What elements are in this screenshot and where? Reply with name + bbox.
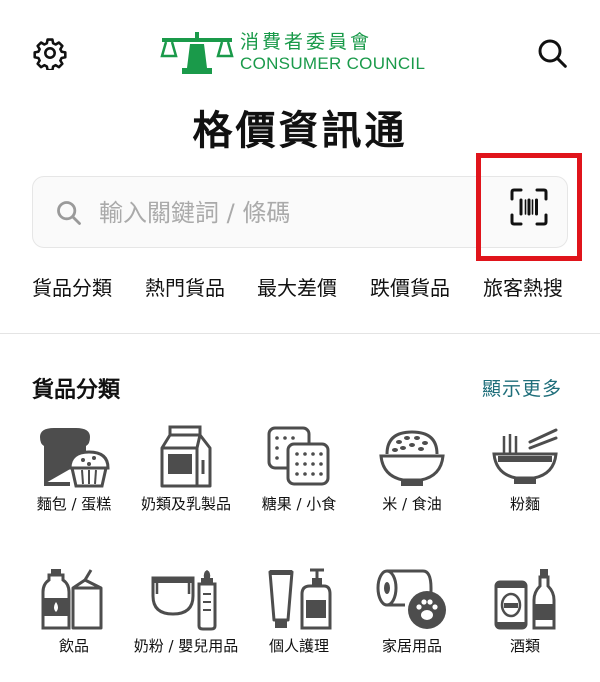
category-baby-products[interactable]: 奶粉 / 嬰兒用品 bbox=[131, 566, 241, 656]
category-label: 米 / 食油 bbox=[382, 495, 442, 513]
category-dairy[interactable]: 奶類及乳製品 bbox=[131, 424, 241, 514]
search-input[interactable] bbox=[99, 191, 479, 235]
logo-english-name: CONSUMER COUNCIL bbox=[240, 54, 426, 73]
tab-popular[interactable]: 熱門貨品 bbox=[145, 272, 225, 301]
bread-cake-icon bbox=[40, 428, 110, 488]
household-icon bbox=[376, 569, 446, 629]
tab-categories[interactable]: 貨品分類 bbox=[32, 272, 112, 301]
settings-button[interactable] bbox=[28, 31, 72, 75]
crackers-icon bbox=[267, 426, 330, 486]
top-bar: 消費者委員會 CONSUMER COUNCIL bbox=[0, 0, 600, 100]
category-rice-oil[interactable]: 米 / 食油 bbox=[357, 424, 467, 514]
category-label: 酒類 bbox=[509, 637, 540, 655]
barcode-scan-button[interactable] bbox=[476, 153, 582, 261]
category-alcohol[interactable]: 酒類 bbox=[470, 566, 580, 656]
category-label: 奶類及乳製品 bbox=[140, 495, 231, 513]
category-household[interactable]: 家居用品 bbox=[357, 566, 467, 656]
gear-icon bbox=[33, 38, 67, 70]
category-personal-care[interactable]: 個人護理 bbox=[244, 566, 354, 656]
category-drinks[interactable]: 飲品 bbox=[19, 566, 129, 656]
category-label: 個人護理 bbox=[268, 637, 329, 655]
category-tabs: 貨品分類 熱門貨品 最大差價 跌價貨品 旅客熱搜 bbox=[0, 272, 600, 312]
rice-bowl-icon bbox=[379, 430, 445, 486]
scales-logo-icon bbox=[160, 32, 234, 74]
category-noodles[interactable]: 粉麵 bbox=[470, 424, 580, 514]
milk-carton-icon bbox=[160, 425, 212, 488]
tab-traveller-search[interactable]: 旅客熱搜 bbox=[483, 272, 563, 301]
search-icon bbox=[538, 39, 567, 68]
divider bbox=[0, 333, 600, 334]
category-label: 糖果 / 小食 bbox=[261, 495, 337, 513]
logo-chinese-name: 消費者委員會 bbox=[240, 31, 373, 53]
category-snacks[interactable]: 糖果 / 小食 bbox=[244, 424, 354, 514]
category-label: 粉麵 bbox=[509, 495, 540, 513]
section-title: 貨品分類 bbox=[32, 378, 121, 403]
category-label: 家居用品 bbox=[381, 637, 442, 655]
baby-products-icon bbox=[151, 570, 217, 631]
category-label: 飲品 bbox=[58, 637, 89, 655]
search-icon bbox=[57, 201, 81, 225]
search-button[interactable] bbox=[530, 31, 574, 75]
noodle-bowl-icon bbox=[492, 428, 558, 484]
page-title: 格價資訊通 bbox=[192, 108, 408, 154]
barcode-scan-icon bbox=[510, 188, 548, 226]
alcohol-icon bbox=[494, 569, 556, 630]
tab-price-drop[interactable]: 跌價貨品 bbox=[370, 272, 450, 301]
show-more-link[interactable]: 顯示更多 bbox=[482, 374, 562, 401]
personal-care-icon bbox=[268, 568, 332, 630]
category-label: 麵包 / 蛋糕 bbox=[36, 495, 112, 513]
category-label: 奶粉 / 嬰兒用品 bbox=[133, 637, 239, 655]
category-bread-cake[interactable]: 麵包 / 蛋糕 bbox=[19, 424, 129, 514]
consumer-council-logo: 消費者委員會 CONSUMER COUNCIL bbox=[158, 28, 448, 78]
tab-max-difference[interactable]: 最大差價 bbox=[257, 272, 337, 301]
drinks-icon bbox=[41, 569, 103, 630]
